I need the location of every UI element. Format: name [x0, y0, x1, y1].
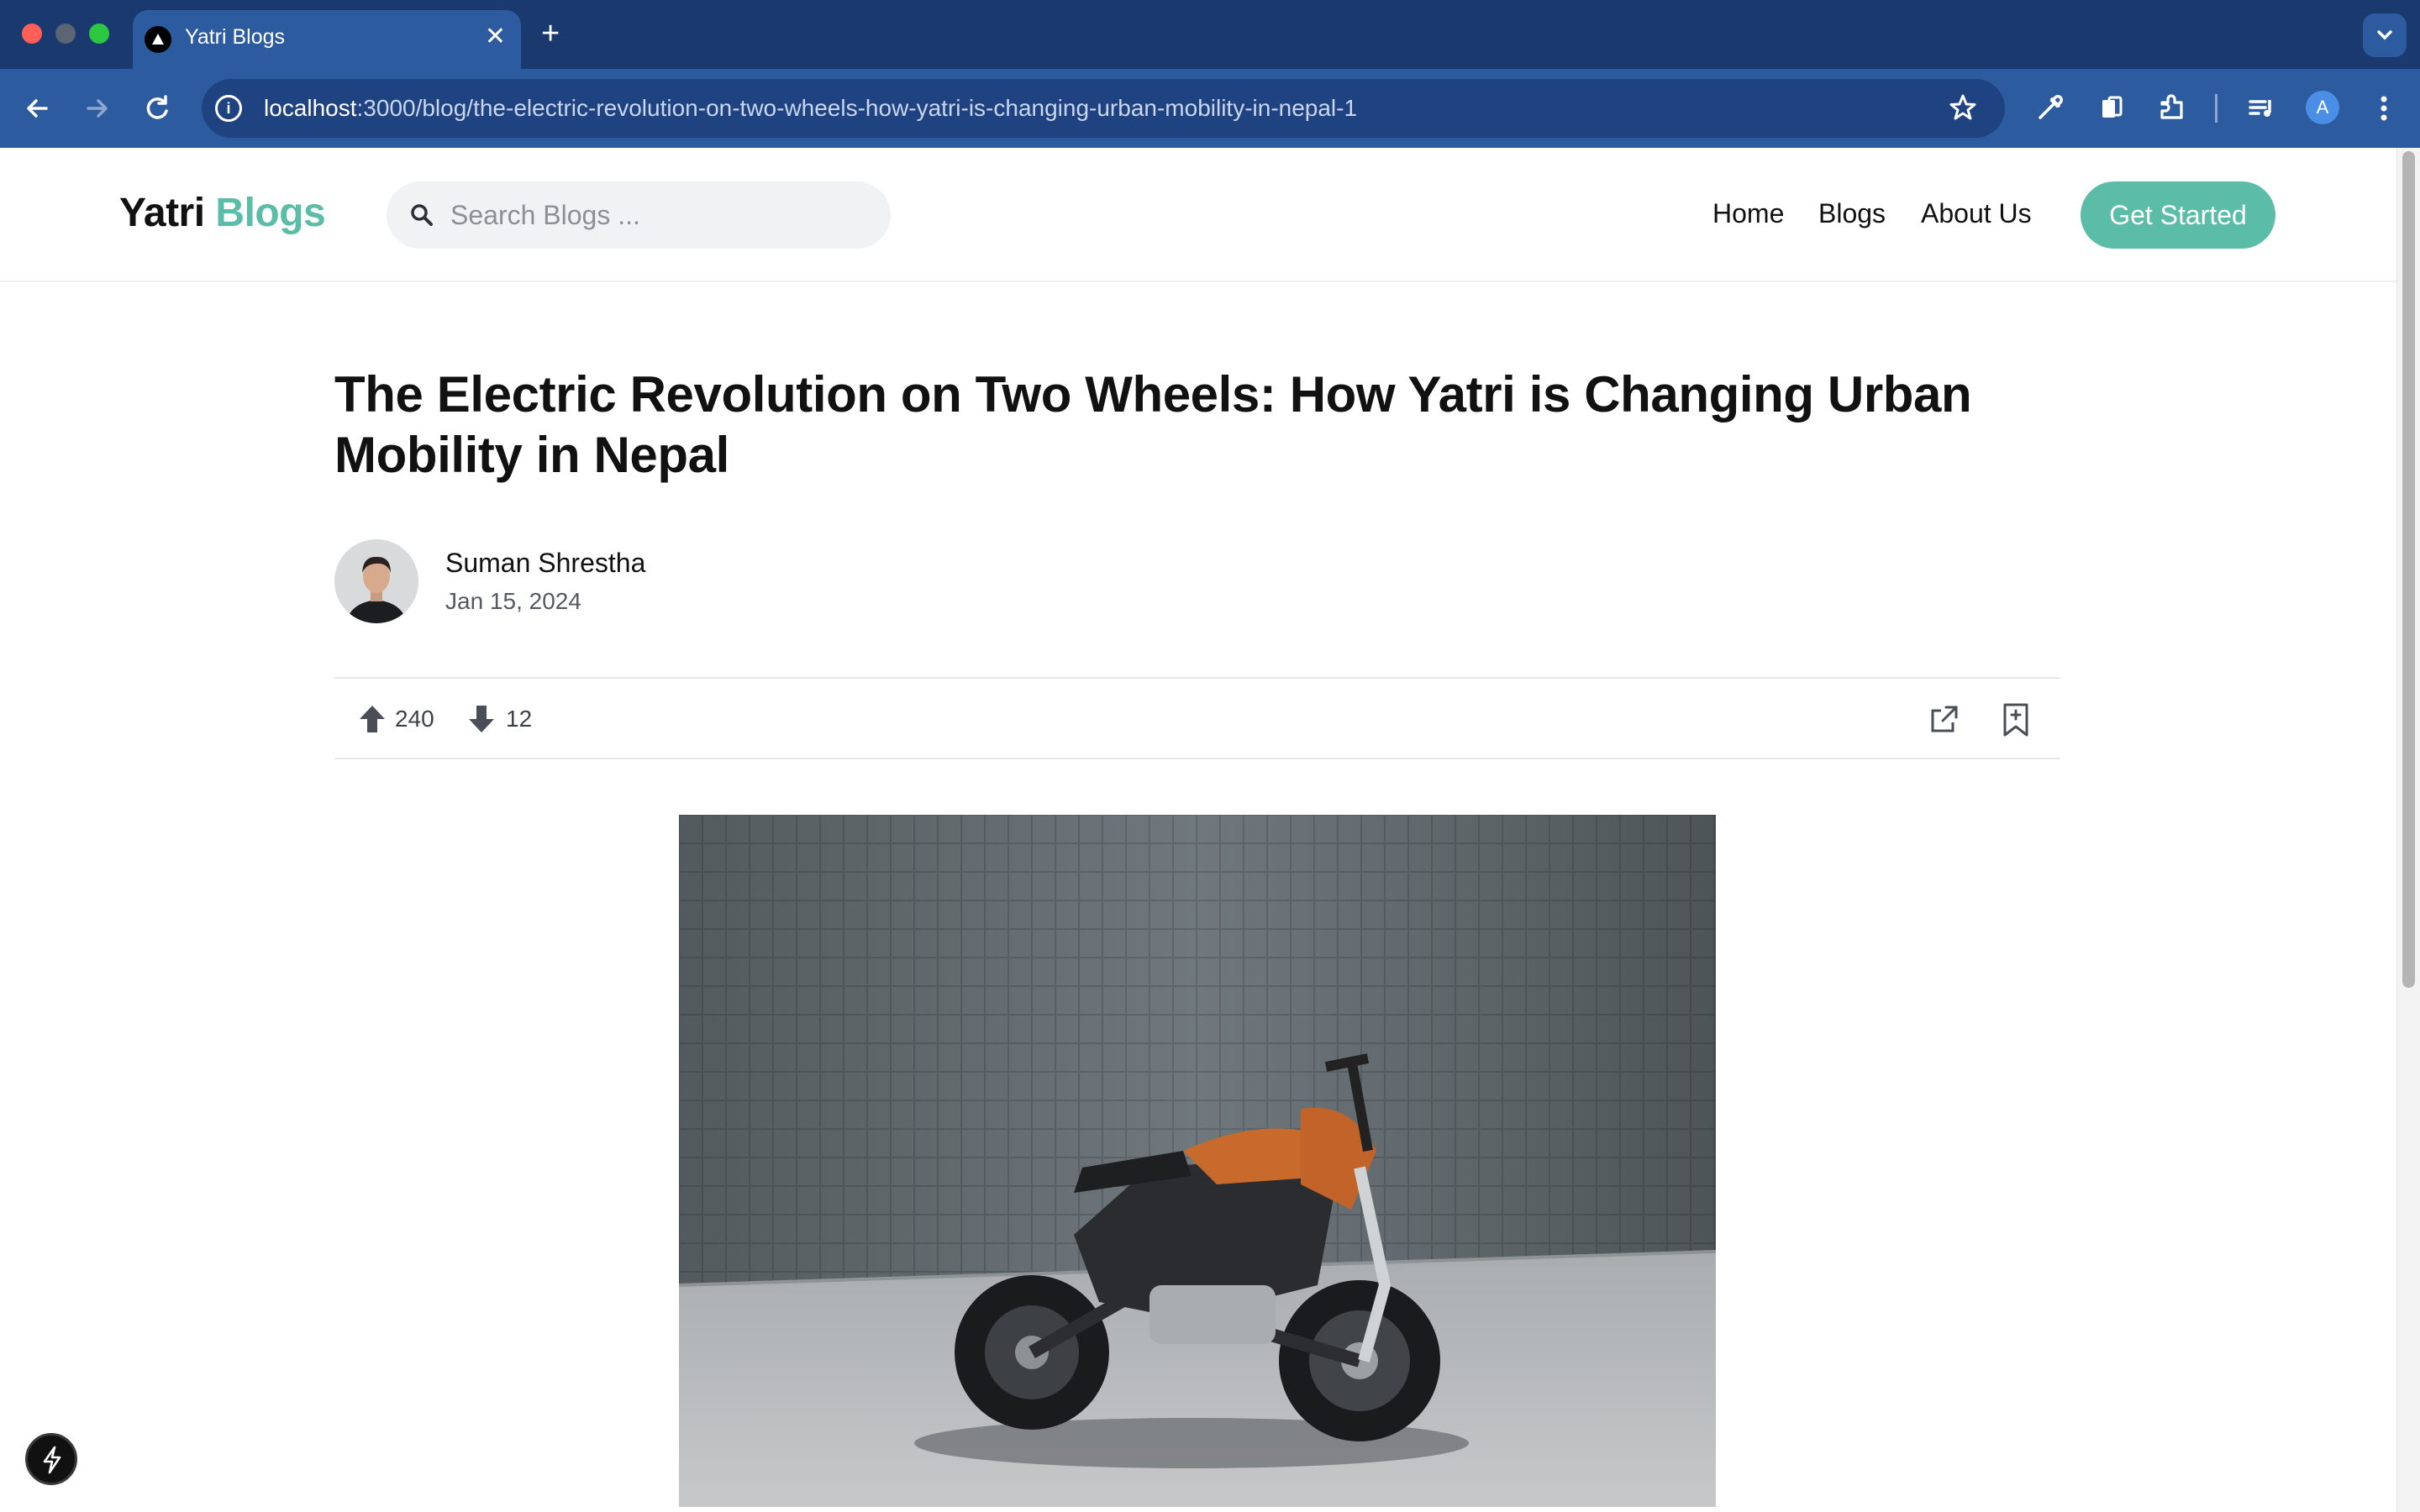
- bookmark-star-icon[interactable]: [1946, 91, 1980, 124]
- new-tab-button[interactable]: +: [541, 17, 560, 50]
- tab-strip: Yatri Blogs ✕ +: [0, 0, 2420, 69]
- get-started-button[interactable]: Get Started: [2081, 181, 2275, 249]
- tab-title: Yatri Blogs: [185, 25, 286, 49]
- forward-icon[interactable]: [77, 89, 116, 128]
- browser-tab[interactable]: Yatri Blogs ✕: [133, 10, 521, 69]
- more-menu-icon[interactable]: [2365, 89, 2403, 128]
- tab-search-button[interactable]: [2363, 13, 2407, 57]
- downvote-count: 12: [506, 706, 533, 732]
- scrollbar-thumb[interactable]: [2402, 151, 2415, 988]
- search-icon: [411, 204, 433, 226]
- author-name[interactable]: Suman Shrestha: [445, 548, 645, 579]
- article-action-bar: 240 12: [334, 677, 2060, 759]
- upvote-count: 240: [395, 706, 434, 732]
- copy-extension-icon[interactable]: [2092, 89, 2131, 128]
- post-date: Jan 15, 2024: [445, 588, 581, 614]
- favicon-icon: [145, 26, 171, 53]
- nav-about-link[interactable]: About Us: [1921, 198, 2032, 229]
- article-hero-image: [679, 815, 1716, 1507]
- minimize-window-button[interactable]: [55, 24, 76, 44]
- search-input[interactable]: [450, 195, 871, 235]
- chevron-down-icon: [2377, 30, 2392, 40]
- back-icon[interactable]: [18, 89, 57, 128]
- profile-avatar[interactable]: A: [2306, 91, 2339, 124]
- eyedropper-extension-icon[interactable]: [2030, 89, 2069, 128]
- share-icon[interactable]: [1928, 702, 1961, 736]
- site-info-icon[interactable]: i: [215, 95, 242, 122]
- browser-toolbar: i localhost:3000/blog/the-electric-revol…: [0, 69, 2420, 148]
- site-logo[interactable]: Yatri Blogs: [119, 190, 326, 236]
- maximize-window-button[interactable]: [89, 24, 109, 44]
- reload-icon[interactable]: [138, 89, 176, 128]
- address-bar[interactable]: i localhost:3000/blog/the-electric-revol…: [202, 79, 2005, 138]
- author-avatar[interactable]: [334, 539, 418, 623]
- bookmark-add-icon[interactable]: [2002, 702, 2030, 738]
- search-box[interactable]: [387, 181, 891, 249]
- toolbar-divider: [2215, 94, 2217, 123]
- page-scrollbar[interactable]: [2396, 148, 2420, 1512]
- downvote-arrow-icon[interactable]: [467, 704, 496, 734]
- extensions-puzzle-icon[interactable]: [2153, 89, 2191, 128]
- media-controls-icon[interactable]: [2242, 89, 2281, 128]
- nav-blogs-link[interactable]: Blogs: [1818, 198, 1886, 229]
- site-header: Yatri Blogs Home Blogs About Us Get Star…: [0, 148, 2396, 282]
- browser-chrome: Yatri Blogs ✕ + i localhost:3000/blog/th…: [0, 0, 2420, 148]
- nav-home-link[interactable]: Home: [1712, 198, 1784, 229]
- nextjs-dev-indicator-icon[interactable]: [25, 1433, 77, 1485]
- close-window-button[interactable]: [22, 24, 42, 44]
- article-title: The Electric Revolution on Two Wheels: H…: [334, 366, 1972, 483]
- upvote-arrow-icon[interactable]: [358, 704, 387, 734]
- url-text[interactable]: localhost:3000/blog/the-electric-revolut…: [264, 95, 1357, 122]
- page-viewport: Yatri Blogs Home Blogs About Us Get Star…: [0, 148, 2396, 1512]
- close-tab-icon[interactable]: ✕: [485, 24, 506, 50]
